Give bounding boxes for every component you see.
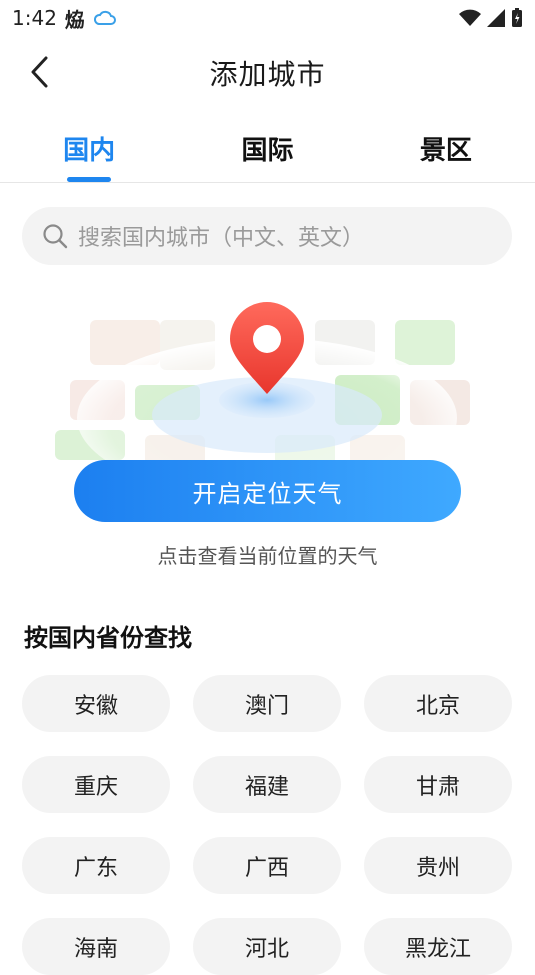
search-icon (43, 224, 68, 249)
status-bar: 1:42 㶸 (0, 0, 535, 36)
province-chip[interactable]: 澳门 (193, 675, 341, 732)
tab-active-indicator (67, 177, 112, 182)
province-chip[interactable]: 广东 (22, 837, 170, 894)
search-input[interactable]: 搜索国内城市（中文、英文） (22, 207, 512, 265)
province-chip[interactable]: 海南 (22, 918, 170, 975)
status-time: 1:42 (12, 6, 57, 30)
status-left: 1:42 㶸 (12, 4, 117, 33)
province-chip[interactable]: 甘肃 (364, 756, 512, 813)
province-section-title: 按国内省份查找 (24, 624, 192, 652)
battery-icon (512, 8, 522, 27)
province-chip[interactable]: 河北 (193, 918, 341, 975)
province-chip[interactable]: 北京 (364, 675, 512, 732)
tab-label: 国内 (63, 136, 116, 166)
back-button[interactable] (22, 54, 58, 90)
enable-location-button[interactable]: 开启定位天气 (74, 460, 461, 522)
tab-domestic[interactable]: 国内 (0, 120, 178, 182)
search-placeholder: 搜索国内城市（中文、英文） (78, 226, 365, 251)
tab-bar: 国内 国际 景区 (0, 120, 535, 183)
wifi-icon (459, 9, 481, 26)
cloud-icon (93, 10, 116, 25)
status-right (459, 8, 523, 28)
province-chip[interactable]: 贵州 (364, 837, 512, 894)
province-chip[interactable]: 重庆 (22, 756, 170, 813)
location-illustration (55, 302, 470, 465)
header: 添加城市 (0, 40, 535, 106)
province-chip[interactable]: 福建 (193, 756, 341, 813)
page-title: 添加城市 (209, 58, 326, 91)
tab-scenic[interactable]: 景区 (357, 120, 535, 182)
province-chip[interactable]: 广西 (193, 837, 341, 894)
status-weather-glyph: 㶸 (64, 7, 85, 32)
province-grid: 安徽 澳门 北京 重庆 福建 甘肃 广东 广西 贵州 海南 河北 黑龙江 (22, 675, 512, 975)
chevron-left-icon (31, 56, 48, 88)
signal-icon (487, 9, 505, 27)
tab-label: 景区 (419, 136, 472, 166)
location-hint: 点击查看当前位置的天气 (157, 544, 378, 568)
tab-label: 国际 (241, 136, 294, 166)
tab-international[interactable]: 国际 (178, 120, 356, 182)
province-chip[interactable]: 黑龙江 (364, 918, 512, 975)
province-chip[interactable]: 安徽 (22, 675, 170, 732)
